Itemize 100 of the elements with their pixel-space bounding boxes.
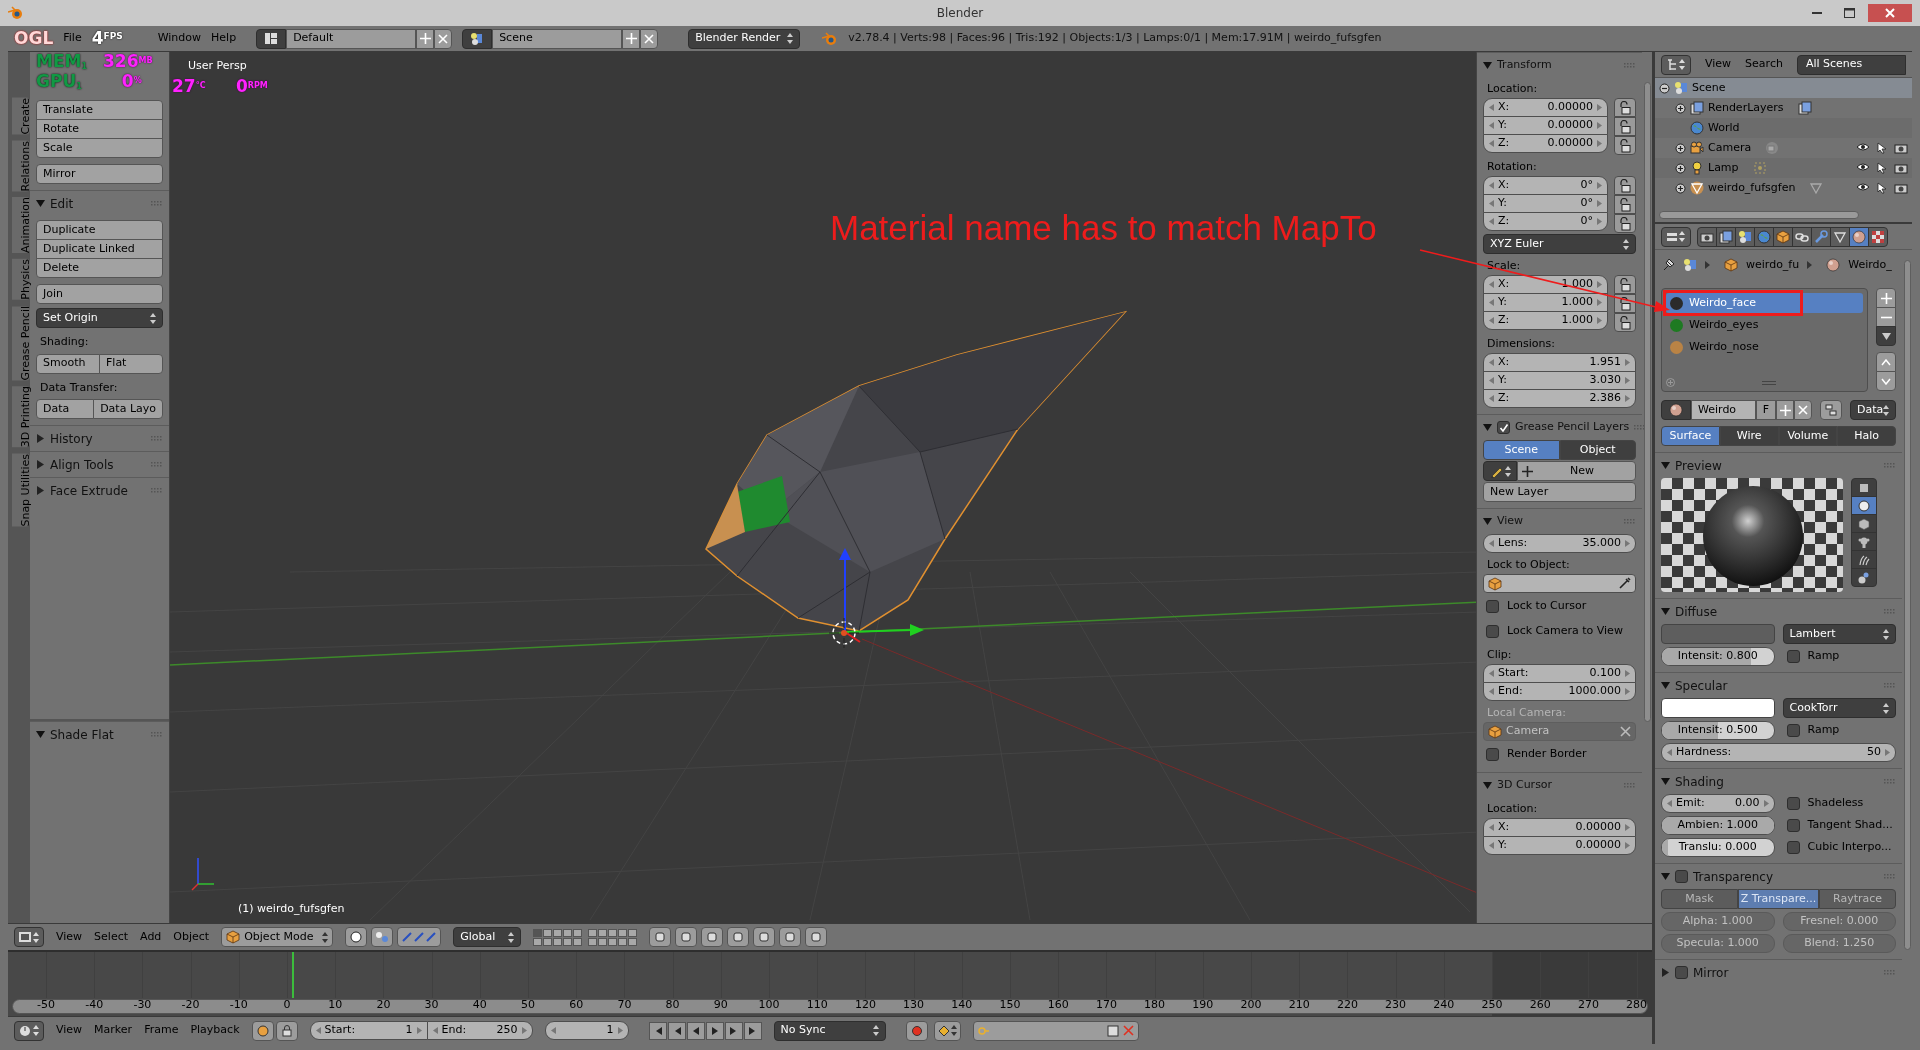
checkbox-label[interactable]: Lock Camera to View xyxy=(1507,622,1623,640)
menu-item[interactable]: View xyxy=(1705,56,1732,73)
checkbox-label[interactable]: Lock to Cursor xyxy=(1507,597,1587,615)
button[interactable]: New Layer xyxy=(1483,482,1636,502)
tab[interactable]: Surface xyxy=(1661,426,1720,446)
number-field[interactable]: Emit: 0.00 xyxy=(1661,794,1775,813)
button[interactable]: Duplicate xyxy=(36,220,163,240)
number-field[interactable]: Y: 3.030 xyxy=(1483,371,1636,390)
panel-title[interactable]: View xyxy=(1497,513,1524,530)
panel-title[interactable]: 3D Cursor xyxy=(1497,777,1553,794)
dropdown[interactable]: Lambert xyxy=(1782,624,1896,644)
material-slot[interactable]: Weirdo_eyes xyxy=(1666,315,1863,335)
number-field[interactable]: Y: 0.00000 xyxy=(1483,836,1636,855)
panel-title[interactable]: Align Tools xyxy=(50,455,114,474)
number-field[interactable]: Lens: 35.000 xyxy=(1483,534,1636,553)
tool-shelf-tab[interactable]: Relations xyxy=(12,140,30,192)
tab[interactable]: Halo xyxy=(1837,426,1896,446)
button[interactable]: Duplicate Linked xyxy=(36,239,163,259)
number-field[interactable]: Start: 1 xyxy=(309,1021,428,1040)
panel-title[interactable]: Face Extrude xyxy=(50,481,128,500)
slider-field[interactable]: Specula: 1.000 xyxy=(1661,934,1775,953)
slider-field[interactable]: Intensit: 0.500 xyxy=(1661,721,1775,740)
tool-shelf-tab[interactable]: Animation xyxy=(12,197,30,254)
tool-shelf-tab[interactable]: Grease Pencil xyxy=(12,305,30,381)
mode-dropdown[interactable]: Object Mode xyxy=(221,927,334,947)
menu-item[interactable]: Object xyxy=(173,928,210,946)
menu-item[interactable]: View xyxy=(56,1022,83,1039)
panel-title[interactable]: Edit xyxy=(50,194,74,213)
toggle-button[interactable]: Scene xyxy=(1483,440,1560,460)
panel-title[interactable]: Shade Flat xyxy=(50,725,114,744)
layout-name-field[interactable]: Default xyxy=(286,28,417,49)
button[interactable]: Data Layo xyxy=(93,399,163,419)
number-field[interactable]: Z: 0.00000 xyxy=(1483,134,1608,153)
panel-title[interactable]: Specular xyxy=(1675,676,1728,695)
material-name-field[interactable]: Weirdo xyxy=(1691,400,1756,420)
panel-title[interactable]: Transparency xyxy=(1693,867,1774,886)
button[interactable]: Join xyxy=(36,284,163,304)
number-field[interactable]: X: 0.00000 xyxy=(1483,818,1636,837)
button[interactable]: Mirror xyxy=(36,164,163,184)
breadcrumb-item[interactable]: Weirdo_ xyxy=(1848,256,1892,274)
toggle-button[interactable]: Mask xyxy=(1661,889,1738,909)
menu-item[interactable]: Frame xyxy=(144,1022,179,1039)
outliner-item-label[interactable]: RenderLayers xyxy=(1708,99,1784,117)
new-button[interactable]: New xyxy=(1517,461,1636,481)
checkbox-label[interactable]: Tangent Shad... xyxy=(1807,817,1893,834)
checkbox-label[interactable]: Ramp xyxy=(1807,648,1840,665)
dropdown[interactable]: Data xyxy=(1850,400,1896,420)
menu-item[interactable]: Select xyxy=(94,928,129,946)
slider-field[interactable]: Intensit: 0.800 xyxy=(1661,647,1775,666)
tab[interactable]: Wire xyxy=(1719,426,1779,446)
outliner-item-label[interactable]: weirdo_fufsgfen xyxy=(1708,179,1796,197)
button[interactable]: Rotate xyxy=(36,119,163,139)
number-field[interactable]: Hardness: 50 xyxy=(1661,743,1896,762)
slider-field[interactable]: Blend: 1.250 xyxy=(1782,934,1896,953)
tab[interactable]: Volume xyxy=(1778,426,1838,446)
dropdown[interactable]: XYZ Euler xyxy=(1483,234,1636,254)
panel-title[interactable]: Transform xyxy=(1497,57,1552,74)
menu-item[interactable]: Help xyxy=(211,30,237,47)
fake-user-button[interactable]: F xyxy=(1756,400,1776,420)
dropdown[interactable]: CookTorr xyxy=(1782,698,1896,718)
toggle-button[interactable]: Raytrace xyxy=(1819,889,1896,909)
material-slot[interactable]: Weirdo_nose xyxy=(1666,337,1863,357)
checkbox-label[interactable]: Ramp xyxy=(1807,722,1840,739)
dropdown[interactable]: No Sync xyxy=(773,1020,886,1041)
toggle-button[interactable]: Object xyxy=(1559,440,1636,460)
outliner-row[interactable]: Scene xyxy=(1655,78,1912,98)
checkbox-label[interactable]: Cubic Interpo... xyxy=(1807,839,1892,856)
menu-item[interactable]: File xyxy=(63,30,82,47)
slider-field[interactable]: Translu: 0.000 xyxy=(1661,838,1775,857)
number-field[interactable]: Y: 0° xyxy=(1483,194,1608,213)
display-mode-dropdown[interactable]: All Scenes xyxy=(1796,54,1906,75)
menu-item[interactable]: Window xyxy=(157,30,202,47)
menu-item[interactable]: Playback xyxy=(190,1022,240,1039)
tool-shelf-tab[interactable]: Snap Utilities xyxy=(12,453,30,527)
menu-item[interactable]: View xyxy=(56,928,83,946)
panel-title[interactable]: History xyxy=(50,429,93,448)
slider-field[interactable]: Ambien: 1.000 xyxy=(1661,816,1775,835)
button[interactable]: Scale xyxy=(36,138,163,158)
panel-title[interactable]: Preview xyxy=(1675,456,1722,475)
button[interactable]: Flat xyxy=(99,353,163,374)
outliner-item-label[interactable]: Camera xyxy=(1708,139,1752,157)
object-field[interactable]: Camera xyxy=(1483,722,1636,741)
breadcrumb-item[interactable]: weirdo_fu xyxy=(1746,256,1800,274)
slider-field[interactable]: Alpha: 1.000 xyxy=(1661,912,1775,931)
number-field[interactable]: Z: 1.000 xyxy=(1483,311,1608,330)
tool-shelf-tab[interactable]: Physics xyxy=(12,259,30,300)
outliner-row[interactable]: World xyxy=(1655,118,1912,138)
dropdown[interactable]: Set Origin xyxy=(36,308,163,328)
scene-name-field[interactable]: Scene xyxy=(492,28,623,49)
number-field[interactable]: Z: 2.386 xyxy=(1483,389,1636,408)
number-field[interactable]: End: 1000.000 xyxy=(1483,682,1636,701)
dropdown[interactable]: Global xyxy=(453,927,522,947)
menu-item[interactable]: Add xyxy=(140,928,162,946)
checkbox-label[interactable]: Render Border xyxy=(1507,745,1587,763)
menu-item[interactable]: Marker xyxy=(94,1022,133,1039)
material-slot[interactable]: Weirdo_face xyxy=(1666,293,1863,313)
panel-title[interactable]: Diffuse xyxy=(1675,602,1718,621)
outliner-item-label[interactable]: Scene xyxy=(1692,79,1726,97)
tool-shelf-tab[interactable]: 3D Printing xyxy=(12,386,30,448)
timeline[interactable]: -50 -40 -30 -20 -10 0 10 20 30 40 50 60 70 80 90 100 110 120 130 140 150 160 170 180 190 200 210 220 230 240 250 260 270 280 xyxy=(8,950,1652,1016)
